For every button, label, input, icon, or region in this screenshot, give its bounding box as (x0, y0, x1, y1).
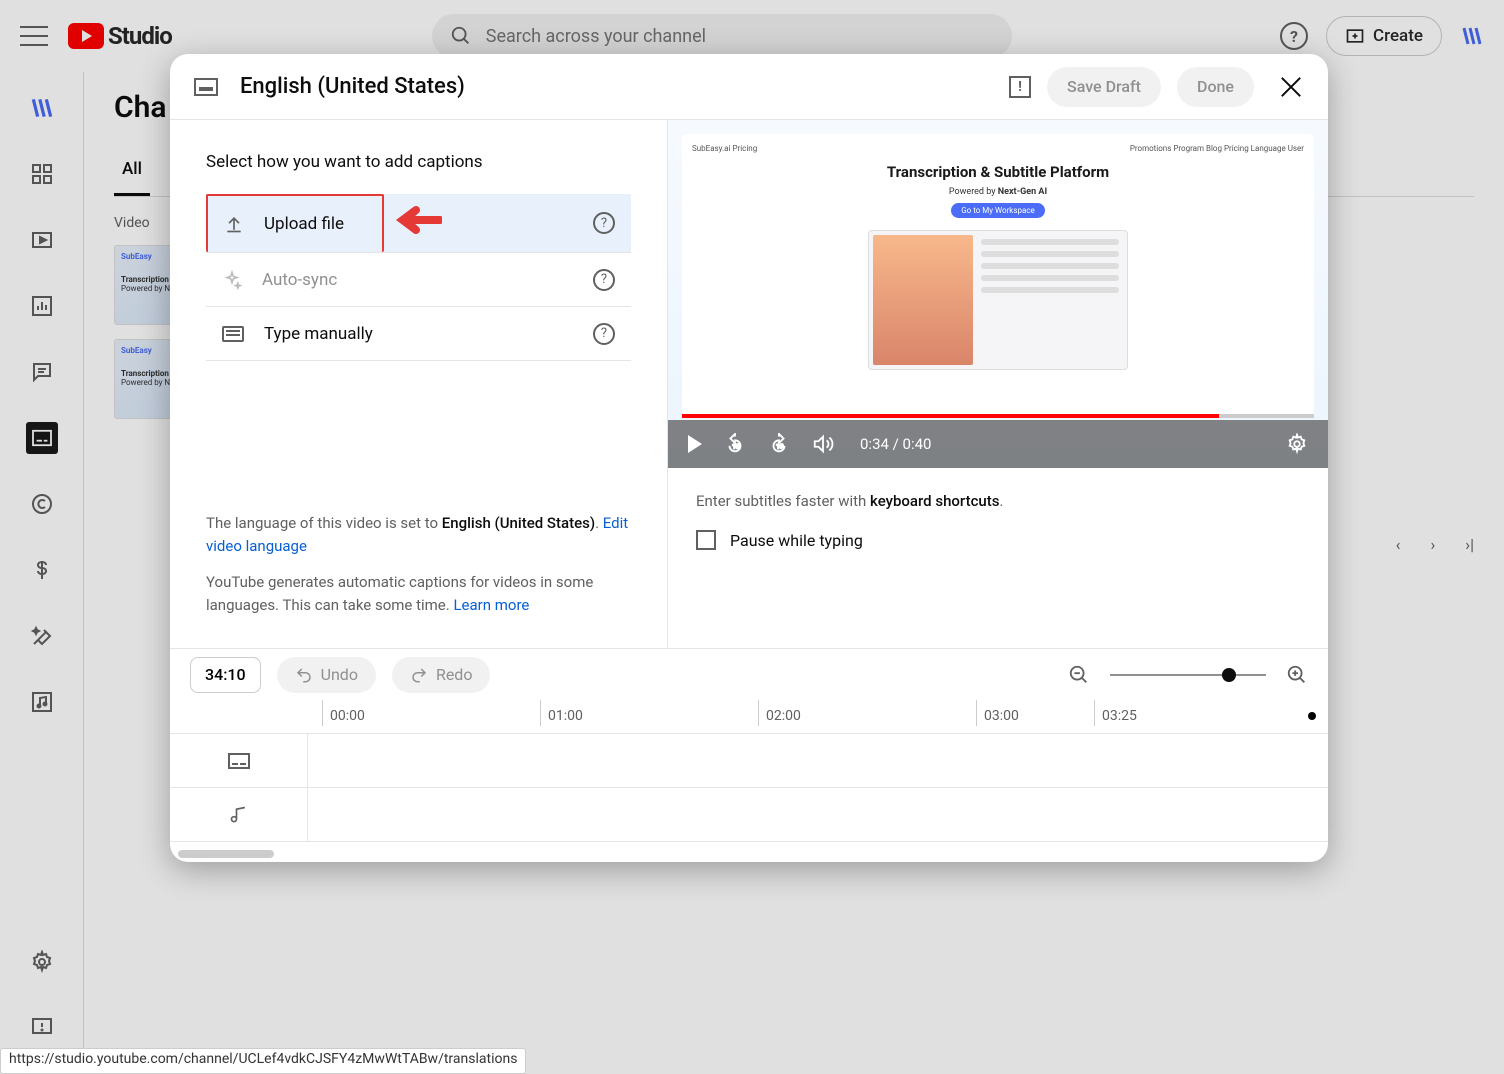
sidebar-analytics-icon[interactable] (26, 290, 58, 322)
help-icon[interactable]: ? (1280, 22, 1308, 50)
rewind-10-icon[interactable]: 10 (724, 433, 746, 455)
zoom-out-icon[interactable] (1068, 664, 1090, 686)
help-icon[interactable]: ? (593, 323, 615, 345)
learn-more-link[interactable]: Learn more (453, 596, 529, 614)
create-button[interactable]: Create (1326, 16, 1442, 56)
sidebar-dashboard-icon[interactable] (26, 158, 58, 190)
sidebar-feedback-icon[interactable] (26, 1012, 58, 1044)
sidebar-brand-icon[interactable] (26, 92, 58, 124)
help-icon[interactable]: ? (593, 269, 615, 291)
subtitles-icon (194, 78, 218, 96)
search-icon (450, 25, 472, 47)
create-plus-icon (1345, 26, 1365, 46)
search-bar[interactable] (432, 14, 1012, 58)
pager-last-icon[interactable]: ›| (1465, 535, 1474, 554)
sidebar-subtitles-icon[interactable] (26, 422, 58, 454)
sidebar-content-icon[interactable] (26, 224, 58, 256)
pager-next-icon[interactable]: › (1430, 535, 1435, 554)
logo-text: Studio (108, 22, 172, 50)
timeline-end-marker (1308, 712, 1316, 720)
upload-icon (224, 214, 244, 234)
pager-prev-icon[interactable]: ‹ (1396, 535, 1401, 554)
sparkle-icon (222, 270, 242, 290)
svg-text:10: 10 (732, 443, 740, 451)
option-upload-file[interactable]: Upload file (206, 194, 384, 252)
status-bar-url: https://studio.youtube.com/channel/UCLef… (0, 1048, 526, 1074)
zoom-slider[interactable] (1110, 674, 1266, 676)
sidebar (0, 72, 84, 1074)
timeline-audio-track-icon[interactable] (170, 788, 307, 842)
language-note: The language of this video is set to Eng… (206, 512, 631, 616)
forward-10-icon[interactable]: 10 (768, 433, 790, 455)
logo[interactable]: Studio (68, 22, 172, 50)
sidebar-customize-icon[interactable] (26, 620, 58, 652)
youtube-icon (68, 23, 104, 49)
pause-while-typing-checkbox[interactable]: Pause while typing (696, 530, 1300, 550)
sidebar-comments-icon[interactable] (26, 356, 58, 388)
redo-icon (410, 666, 428, 684)
help-icon[interactable]: ? (593, 212, 615, 234)
volume-icon[interactable] (812, 433, 834, 455)
gear-icon[interactable] (1286, 433, 1308, 455)
menu-icon[interactable] (20, 26, 48, 46)
video-preview-pane: SubEasy.ai Pricing Promotions Program Bl… (668, 120, 1328, 648)
done-button[interactable]: Done (1177, 67, 1254, 107)
caption-method-pane: Select how you want to add captions Uplo… (170, 120, 668, 648)
timeline-scrollbar[interactable] (178, 850, 274, 858)
captions-modal: English (United States) Save Draft Done … (170, 54, 1328, 862)
video-controls: 10 10 0:34 / 0:40 (668, 420, 1328, 468)
video-time: 0:34 / 0:40 (860, 435, 931, 453)
timecode-input[interactable]: 34:10 (190, 657, 261, 693)
sidebar-settings-icon[interactable] (26, 946, 58, 978)
timeline-ruler[interactable]: 00:00 01:00 02:00 03:00 03:25 (170, 700, 1328, 734)
keyboard-icon (222, 326, 244, 342)
option-type-manually[interactable]: Type manually ? (206, 307, 631, 361)
music-note-icon (229, 805, 249, 825)
tab-all[interactable]: All (114, 145, 150, 196)
editor-toolbar: 34:10 Undo Redo (170, 648, 1328, 700)
timeline[interactable]: 00:00 01:00 02:00 03:00 03:25 (170, 700, 1328, 862)
play-icon[interactable] (688, 435, 702, 453)
captions-icon (227, 752, 251, 770)
zoom-in-icon[interactable] (1286, 664, 1308, 686)
video-preview[interactable]: SubEasy.ai Pricing Promotions Program Bl… (668, 120, 1328, 468)
video-progress-bar[interactable] (682, 414, 1314, 418)
brand-wave-icon[interactable] (1460, 24, 1484, 48)
close-icon[interactable] (1278, 74, 1304, 100)
redo-button[interactable]: Redo (392, 657, 491, 693)
sidebar-copyright-icon[interactable] (26, 488, 58, 520)
sidebar-earn-icon[interactable] (26, 554, 58, 586)
modal-title: English (United States) (240, 74, 465, 99)
option-auto-sync[interactable]: Auto-sync ? (206, 253, 631, 307)
search-input[interactable] (486, 26, 994, 47)
svg-text:10: 10 (776, 443, 784, 451)
annotation-arrow-icon (394, 202, 442, 238)
save-draft-button[interactable]: Save Draft (1047, 67, 1161, 107)
checkbox-icon (696, 530, 716, 550)
undo-icon (295, 666, 313, 684)
undo-button[interactable]: Undo (277, 657, 376, 693)
sidebar-audio-icon[interactable] (26, 686, 58, 718)
timeline-captions-track-icon[interactable] (170, 734, 307, 788)
keyboard-shortcuts-hint: Enter subtitles faster with keyboard sho… (696, 492, 1300, 510)
feedback-icon[interactable] (1009, 76, 1031, 98)
modal-header: English (United States) Save Draft Done (170, 54, 1328, 120)
caption-prompt: Select how you want to add captions (206, 152, 631, 172)
